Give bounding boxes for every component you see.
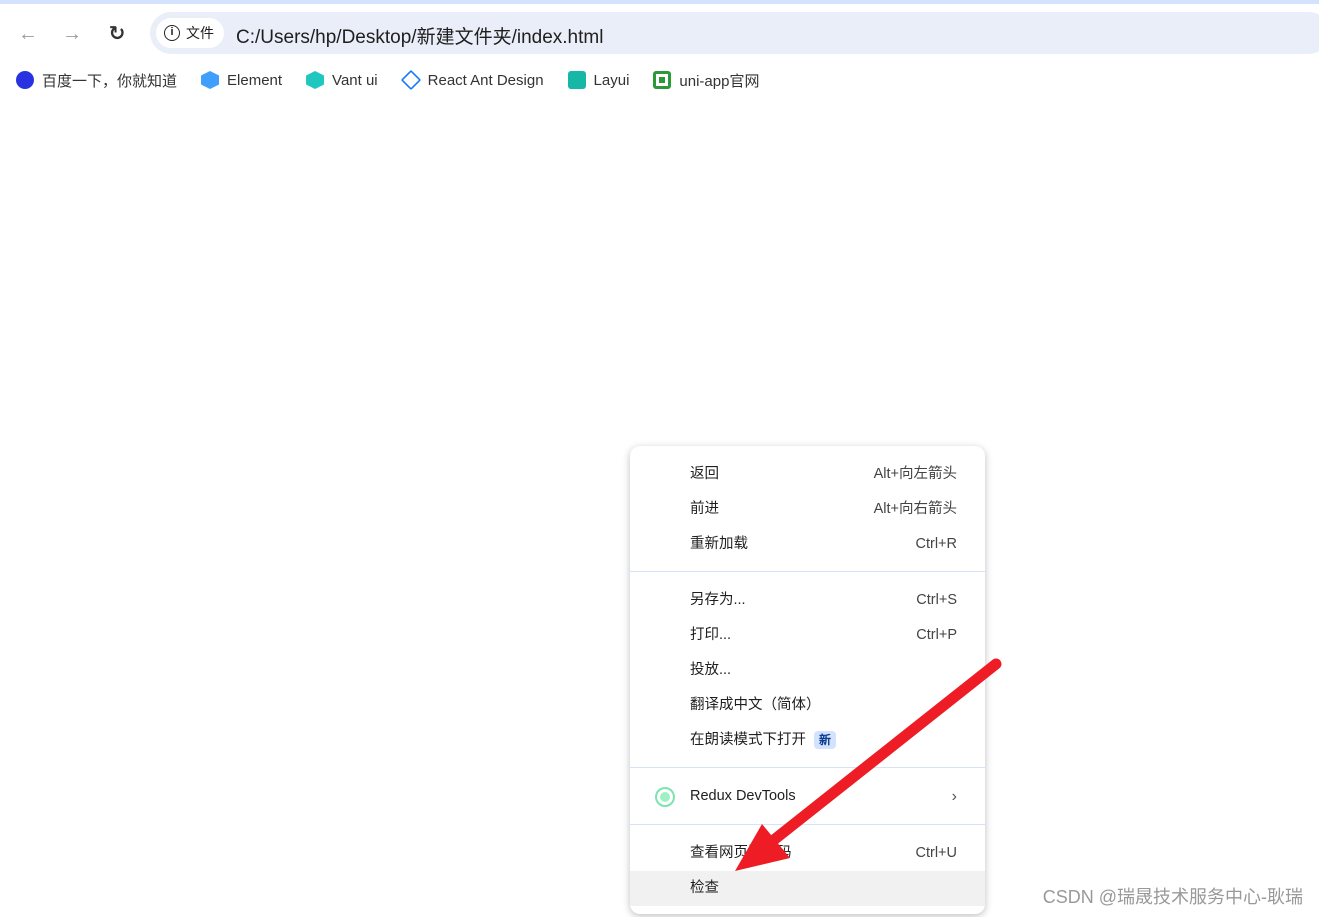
annotation-arrow (735, 658, 1002, 871)
watermark: CSDN @瑞晟技术服务中心-耿瑞 (1042, 887, 1303, 907)
arrow-shaft (764, 658, 1002, 849)
